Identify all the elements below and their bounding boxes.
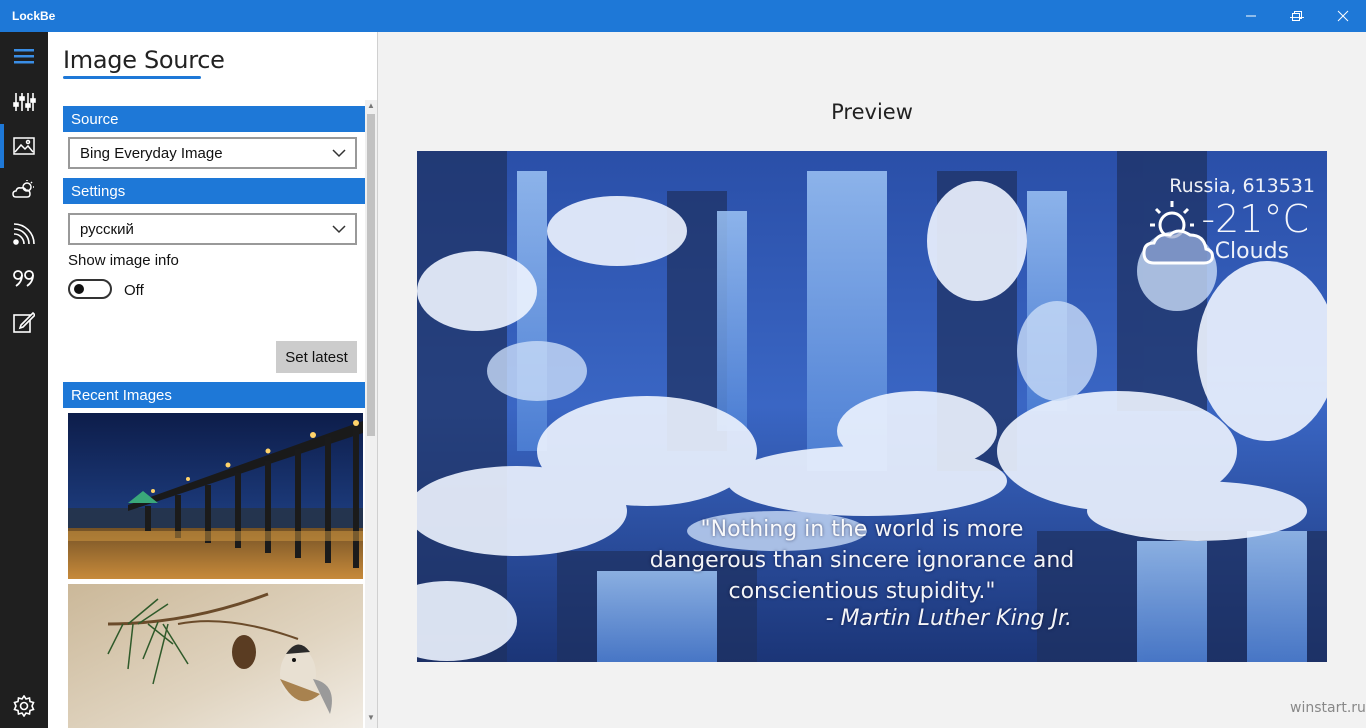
restore-button[interactable] — [1274, 0, 1320, 32]
nav-settings[interactable] — [0, 684, 48, 728]
quote-icon — [13, 270, 34, 287]
nav-quotes[interactable] — [0, 256, 48, 300]
minimize-icon — [1246, 15, 1256, 17]
image-source-panel: Image Source Source Bing Everyday Image … — [48, 32, 378, 728]
settings-header: Settings — [63, 178, 365, 204]
nav-tuning[interactable] — [0, 80, 48, 124]
quote-author: - Martin Luther King Jr. — [825, 606, 1072, 631]
nav-weather[interactable] — [0, 168, 48, 212]
recent-images-header: Recent Images — [63, 382, 365, 408]
edit-icon — [13, 311, 35, 333]
source-dropdown-value: Bing Everyday Image — [80, 145, 223, 162]
quote-text: "Nothing in the world is more dangerous … — [649, 517, 1075, 604]
menu-icon — [14, 49, 34, 64]
scroll-down-icon[interactable]: ▼ — [365, 712, 377, 724]
recent-image-thumbnail[interactable] — [68, 584, 363, 728]
nav-rail — [0, 32, 48, 728]
watermark: winstart.ru — [1290, 700, 1366, 716]
weather-condition: Clouds — [1214, 239, 1289, 264]
sliders-icon — [13, 93, 36, 111]
show-image-info-label: Show image info — [68, 252, 179, 269]
toggle-knob — [74, 284, 84, 294]
source-header: Source — [63, 106, 365, 132]
nav-image-source[interactable] — [0, 124, 48, 168]
pier-image — [68, 413, 363, 579]
recent-image-thumbnail[interactable] — [68, 413, 363, 579]
language-dropdown[interactable]: русский — [68, 213, 357, 245]
bird-image — [68, 584, 363, 728]
nav-edit[interactable] — [0, 300, 48, 344]
restore-icon — [1292, 11, 1302, 21]
show-image-info-toggle[interactable] — [68, 279, 112, 299]
scroll-up-icon[interactable]: ▲ — [365, 100, 377, 112]
language-dropdown-value: русский — [80, 221, 134, 238]
weather-location: Russia, 613531 — [1169, 175, 1315, 197]
panel-scrollbar[interactable]: ▲ ▼ — [365, 100, 377, 728]
nav-rss[interactable] — [0, 212, 48, 256]
toggle-state-label: Off — [124, 282, 144, 299]
weather-icon — [12, 180, 34, 198]
weather-temperature: -21°C — [1201, 197, 1309, 241]
hamburger-menu-button[interactable] — [0, 34, 48, 78]
close-button[interactable] — [1320, 0, 1366, 32]
title-underline — [63, 76, 201, 79]
page-title: Image Source — [63, 46, 225, 74]
set-latest-button[interactable]: Set latest — [276, 341, 357, 373]
chevron-down-icon — [332, 225, 346, 234]
title-bar: LockBe — — [0, 0, 1366, 32]
source-dropdown[interactable]: Bing Everyday Image — [68, 137, 357, 169]
lockscreen-preview: Russia, 613531 -21°C Clouds "Nothing in … — [417, 151, 1327, 662]
rss-icon — [13, 223, 35, 245]
preview-title: Preview — [831, 100, 913, 124]
settings-icon — [13, 695, 35, 717]
app-title: LockBe — [12, 9, 56, 23]
chevron-down-icon — [332, 149, 346, 158]
minimize-control[interactable] — [1228, 0, 1274, 32]
close-icon — [1337, 10, 1349, 22]
scrollbar-thumb[interactable] — [367, 114, 375, 436]
image-icon — [13, 137, 35, 155]
